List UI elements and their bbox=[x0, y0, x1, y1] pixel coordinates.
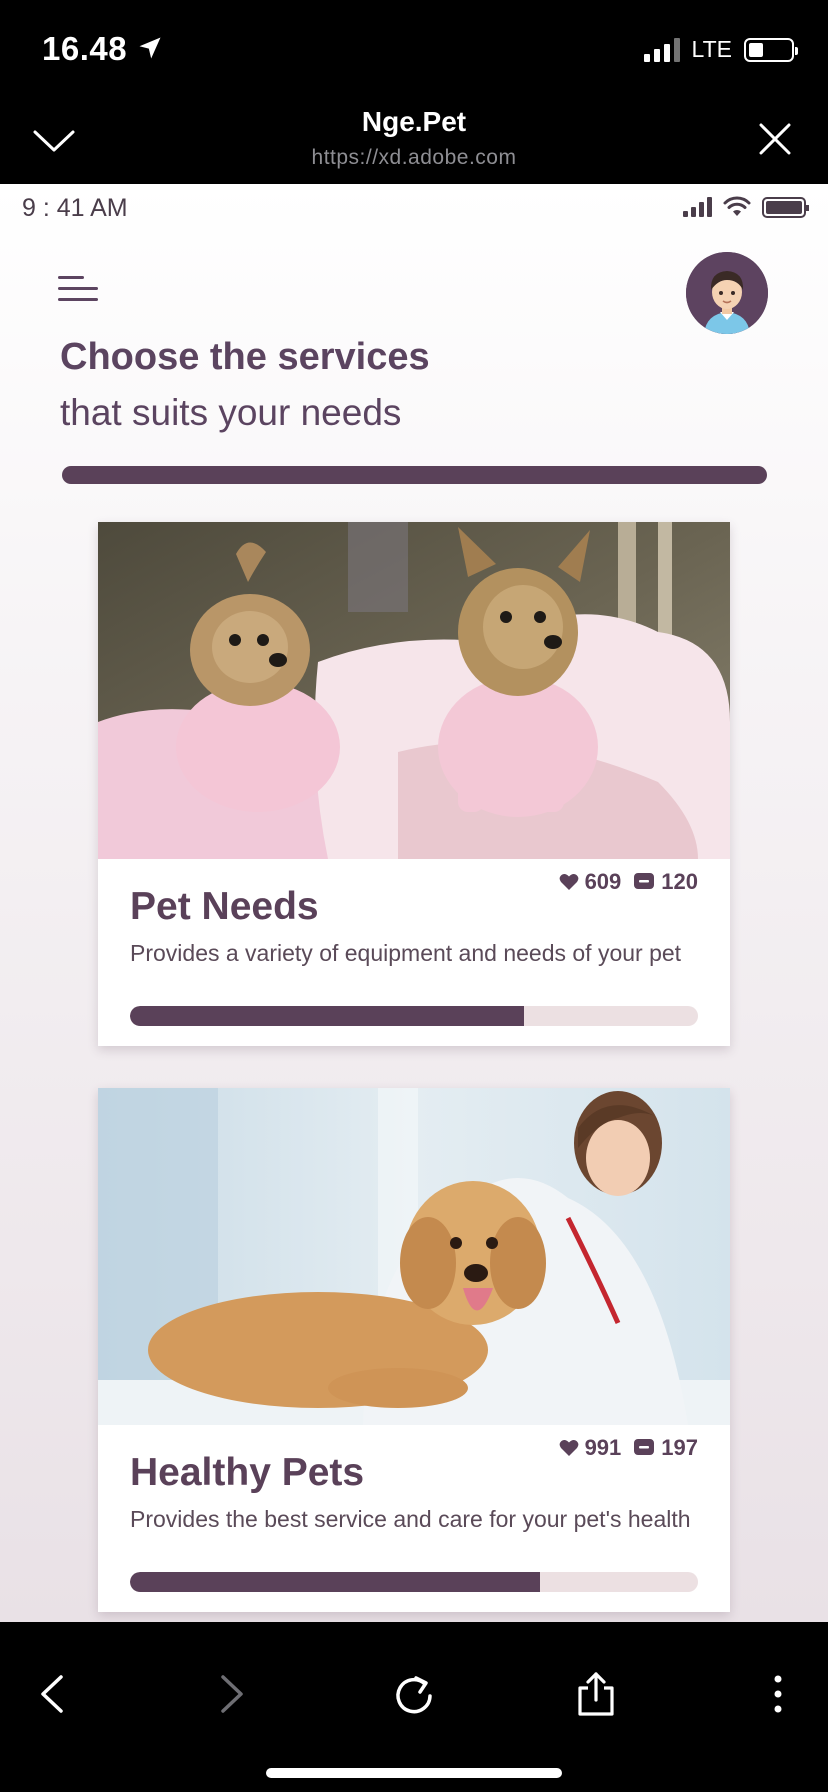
page-title: Choose the services bbox=[60, 336, 430, 378]
browser-url: https://xd.adobe.com bbox=[311, 146, 517, 169]
close-icon[interactable] bbox=[758, 122, 792, 156]
card-description: Provides a variety of equipment and need… bbox=[130, 940, 682, 966]
share-button[interactable] bbox=[566, 1668, 626, 1720]
share-icon bbox=[578, 1672, 614, 1716]
card-progress-bar bbox=[130, 1006, 698, 1026]
card-progress-fill bbox=[130, 1006, 525, 1026]
service-card-healthy-pets[interactable]: 991 197 Healthy Pets Provides the best s… bbox=[98, 1088, 730, 1612]
card-stats: 991 197 bbox=[559, 1435, 698, 1461]
device-status-bar: 16.48 LTE bbox=[0, 0, 828, 98]
service-card-pet-needs[interactable]: 609 120 Pet Needs Provides a variety of … bbox=[98, 522, 730, 1046]
likes-count: 991 bbox=[584, 1435, 622, 1460]
forward-button[interactable] bbox=[202, 1668, 262, 1720]
battery-icon bbox=[762, 196, 809, 218]
heart-icon[interactable] bbox=[559, 1439, 579, 1457]
comments-count: 120 bbox=[661, 869, 698, 894]
battery-icon bbox=[744, 37, 798, 62]
app-time: 9 : 41 AM bbox=[22, 194, 128, 222]
comment-icon[interactable] bbox=[633, 1438, 655, 1458]
home-indicator[interactable] bbox=[266, 1768, 562, 1778]
card-title: Pet Needs bbox=[130, 885, 319, 928]
wifi-icon bbox=[723, 196, 751, 216]
more-options-button[interactable] bbox=[748, 1668, 808, 1720]
vet-dog-photo bbox=[98, 1088, 730, 1425]
comment-icon[interactable] bbox=[633, 872, 655, 892]
back-button[interactable] bbox=[22, 1668, 82, 1720]
page-subtitle: that suits your needs bbox=[60, 392, 402, 433]
heart-icon[interactable] bbox=[559, 873, 579, 891]
chevron-right-icon bbox=[221, 1675, 243, 1713]
signal-icon bbox=[643, 37, 680, 62]
location-arrow-icon bbox=[139, 37, 161, 59]
avatar[interactable] bbox=[686, 252, 768, 334]
likes-count: 609 bbox=[584, 869, 622, 894]
browser-header: Nge.Pet https://xd.adobe.com bbox=[0, 98, 828, 184]
comments-count: 197 bbox=[661, 1435, 698, 1460]
app-status-bar: 9 : 41 AM bbox=[0, 184, 828, 230]
card-title: Healthy Pets bbox=[130, 1451, 365, 1494]
card-progress-fill bbox=[130, 1572, 541, 1592]
dogs-photo bbox=[98, 522, 730, 859]
card-image bbox=[98, 1088, 730, 1425]
device-status-icons: LTE bbox=[643, 36, 798, 63]
card-description: Provides the best service and care for y… bbox=[130, 1506, 691, 1532]
reload-button[interactable] bbox=[384, 1668, 444, 1720]
reload-icon bbox=[396, 1676, 432, 1714]
card-progress-bar bbox=[130, 1572, 698, 1592]
hamburger-menu-icon[interactable] bbox=[58, 274, 102, 306]
more-vertical-icon bbox=[774, 1675, 782, 1713]
user-avatar-icon bbox=[686, 252, 768, 334]
device-time: 16.48 bbox=[42, 30, 128, 67]
browser-toolbar bbox=[0, 1622, 828, 1792]
header-divider-bar bbox=[62, 466, 767, 484]
signal-icon bbox=[683, 197, 712, 217]
network-label: LTE bbox=[691, 36, 732, 62]
card-stats: 609 120 bbox=[559, 869, 698, 895]
card-image bbox=[98, 522, 730, 859]
app-status-icons bbox=[683, 196, 809, 218]
browser-page-title: Nge.Pet bbox=[361, 106, 467, 137]
chevron-left-icon bbox=[41, 1675, 63, 1713]
app-page: 9 : 41 AM Choose the services that suits… bbox=[0, 184, 828, 1622]
